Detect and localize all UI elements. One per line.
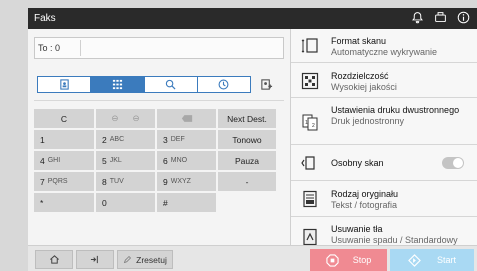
key-7[interactable]: 7 PQRS bbox=[34, 172, 94, 191]
separate-scan-toggle[interactable] bbox=[442, 157, 464, 169]
info-icon[interactable] bbox=[456, 10, 471, 25]
reset-button[interactable]: Zresetuj bbox=[117, 250, 173, 269]
home-icon bbox=[49, 255, 59, 264]
search-icon bbox=[165, 79, 176, 90]
key-9[interactable]: 9 WXYZ bbox=[157, 172, 216, 191]
key-hash[interactable]: # bbox=[157, 193, 216, 212]
next-dest-key[interactable]: Next Dest. bbox=[218, 109, 276, 128]
start-button[interactable]: Start bbox=[390, 249, 474, 271]
tab-keypad[interactable] bbox=[91, 77, 145, 92]
original-type-icon bbox=[301, 190, 319, 208]
cursor-right-icon[interactable]: ⊖ bbox=[133, 113, 140, 124]
clear-key[interactable]: C bbox=[34, 109, 94, 128]
destination-field[interactable]: To : 0 bbox=[34, 37, 284, 59]
cursor-left-icon[interactable]: ⊖ bbox=[111, 113, 118, 124]
backspace-icon bbox=[181, 115, 192, 122]
key-star[interactable]: * bbox=[34, 193, 94, 212]
key-6[interactable]: 6 MNO bbox=[157, 151, 216, 170]
resolution-icon bbox=[301, 72, 319, 90]
pencil-icon bbox=[124, 255, 132, 264]
home-button[interactable] bbox=[35, 250, 73, 269]
key-2[interactable]: 2 ABC bbox=[96, 130, 155, 149]
stop-button[interactable]: Stop bbox=[310, 249, 387, 271]
field-divider bbox=[80, 40, 81, 56]
tone-key[interactable]: Tonowo bbox=[218, 130, 276, 149]
svg-text:2: 2 bbox=[312, 123, 315, 129]
divider bbox=[34, 100, 284, 101]
destination-panel: To : 0 C ⊖ ⊖ Next Dest. 1 2 ABC 3 DEF To… bbox=[28, 29, 290, 245]
key-1[interactable]: 1 bbox=[34, 130, 94, 149]
setting-separate-scan[interactable]: Osobny skan bbox=[291, 146, 477, 181]
svg-text:1: 1 bbox=[305, 120, 308, 126]
setting-background-removal[interactable]: Usuwanie tła Usuwanie spadu / Standardowy bbox=[291, 218, 477, 245]
title-bar: Faks bbox=[28, 8, 477, 29]
device-icon[interactable] bbox=[433, 10, 448, 25]
page-title: Faks bbox=[34, 13, 56, 24]
settings-panel: Format skanu Automatyczne wykrywanie Rozd… bbox=[290, 29, 477, 245]
tab-history[interactable] bbox=[197, 77, 250, 92]
bell-icon[interactable] bbox=[410, 10, 425, 25]
background-removal-icon bbox=[301, 228, 319, 245]
fax-screen: Faks To : 0 C ⊖ ⊖ Next Dest. 1 2 ABC 3 D… bbox=[28, 8, 477, 271]
keypad: C ⊖ ⊖ Next Dest. 1 2 ABC 3 DEF Tonowo 4 GHI … bbox=[34, 109, 282, 214]
address-register-icon bbox=[261, 79, 273, 90]
key-0[interactable]: 0 bbox=[96, 193, 155, 212]
pause-key[interactable]: Pauza bbox=[218, 151, 276, 170]
key-4[interactable]: 4 GHI bbox=[34, 151, 94, 170]
destination-label: To : 0 bbox=[38, 43, 61, 53]
tab-search[interactable] bbox=[144, 77, 198, 92]
stop-icon bbox=[326, 253, 339, 267]
duplex-icon: 12 bbox=[301, 113, 319, 131]
address-book-icon bbox=[59, 79, 69, 90]
tab-address-book[interactable] bbox=[38, 77, 92, 92]
separate-scan-icon bbox=[301, 154, 319, 172]
setting-resolution[interactable]: Rozdzielczość Wysokiej jakości bbox=[291, 64, 477, 98]
key-3[interactable]: 3 DEF bbox=[157, 130, 216, 149]
cursor-keys[interactable]: ⊖ ⊖ bbox=[96, 109, 155, 128]
setting-duplex[interactable]: 12 Ustawienia druku dwustronnego Druk jed… bbox=[291, 99, 477, 145]
start-icon bbox=[408, 253, 421, 267]
setting-scan-size[interactable]: Format skanu Automatyczne wykrywanie bbox=[291, 29, 477, 63]
backspace-key[interactable] bbox=[157, 109, 216, 128]
history-icon bbox=[218, 79, 229, 90]
setting-original-type[interactable]: Rodzaj oryginału Tekst / fotografia bbox=[291, 182, 477, 217]
keypad-icon bbox=[112, 79, 122, 90]
bottom-bar: Zresetuj Stop Start bbox=[28, 245, 477, 271]
key-5[interactable]: 5 JKL bbox=[96, 151, 155, 170]
scan-size-icon bbox=[301, 37, 319, 55]
hook-button[interactable] bbox=[76, 250, 114, 269]
dash-key[interactable]: - bbox=[218, 172, 276, 191]
hook-icon bbox=[90, 255, 98, 264]
address-tabs bbox=[37, 76, 251, 93]
key-8[interactable]: 8 TUV bbox=[96, 172, 155, 191]
address-register-button[interactable] bbox=[258, 76, 275, 93]
